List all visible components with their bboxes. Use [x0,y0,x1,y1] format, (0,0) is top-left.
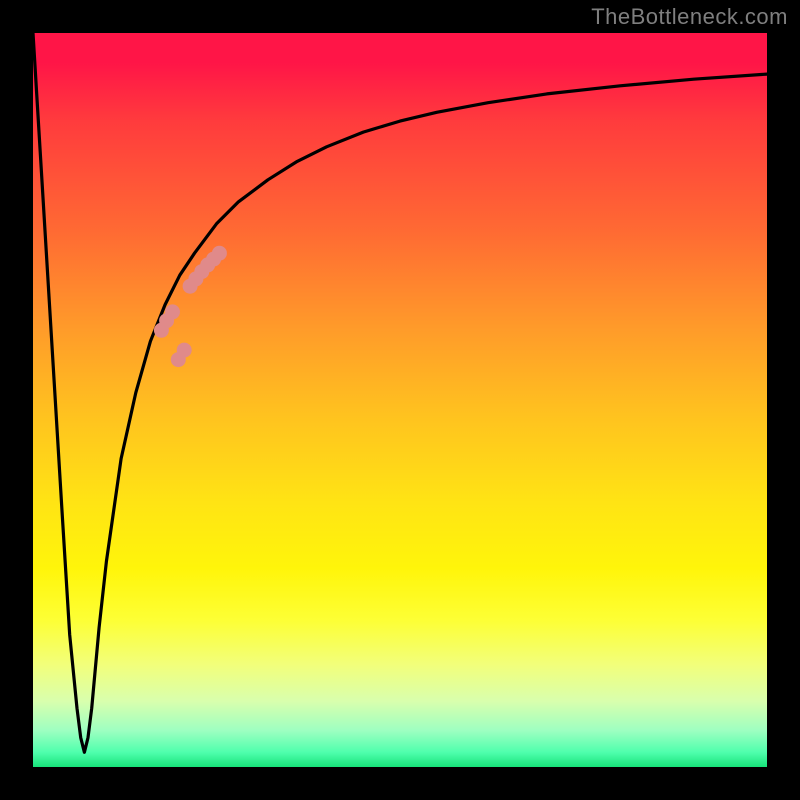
curve-layer [33,33,767,767]
highlight-dot [165,304,180,319]
chart-frame: TheBottleneck.com [0,0,800,800]
bottleneck-curve [33,33,767,752]
plot-area [33,33,767,767]
highlight-dot [177,343,192,358]
highlight-dot [212,246,227,261]
source-label: TheBottleneck.com [591,4,788,30]
